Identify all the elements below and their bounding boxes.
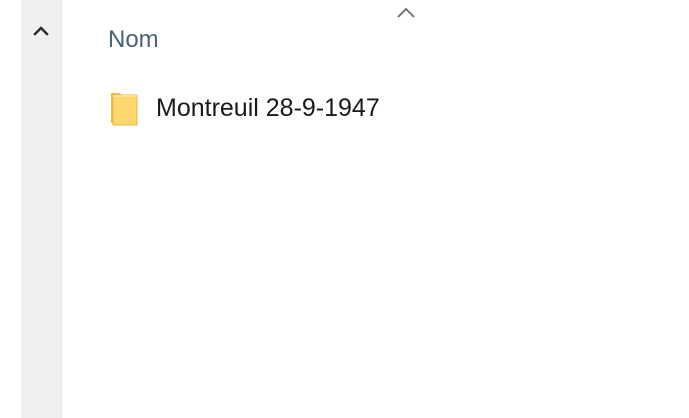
navigation-pane-edge: [0, 0, 21, 418]
column-header-label: Nom: [108, 26, 159, 53]
sort-ascending-icon: [394, 5, 418, 21]
column-header-name[interactable]: Nom: [100, 22, 167, 58]
list-item[interactable]: Montreuil 28-9-1947: [108, 86, 392, 130]
chevron-up-icon: [33, 26, 49, 36]
file-list-pane: Nom Montreuil 28-9-1947: [62, 0, 689, 418]
file-explorer-window: Nom Montreuil 28-9-1947: [0, 0, 689, 418]
scroll-up-button[interactable]: [21, 14, 61, 48]
list-item-label: Montreuil 28-9-1947: [156, 93, 380, 122]
folder-icon: [108, 88, 142, 128]
navigation-scrollbar[interactable]: [21, 0, 62, 418]
